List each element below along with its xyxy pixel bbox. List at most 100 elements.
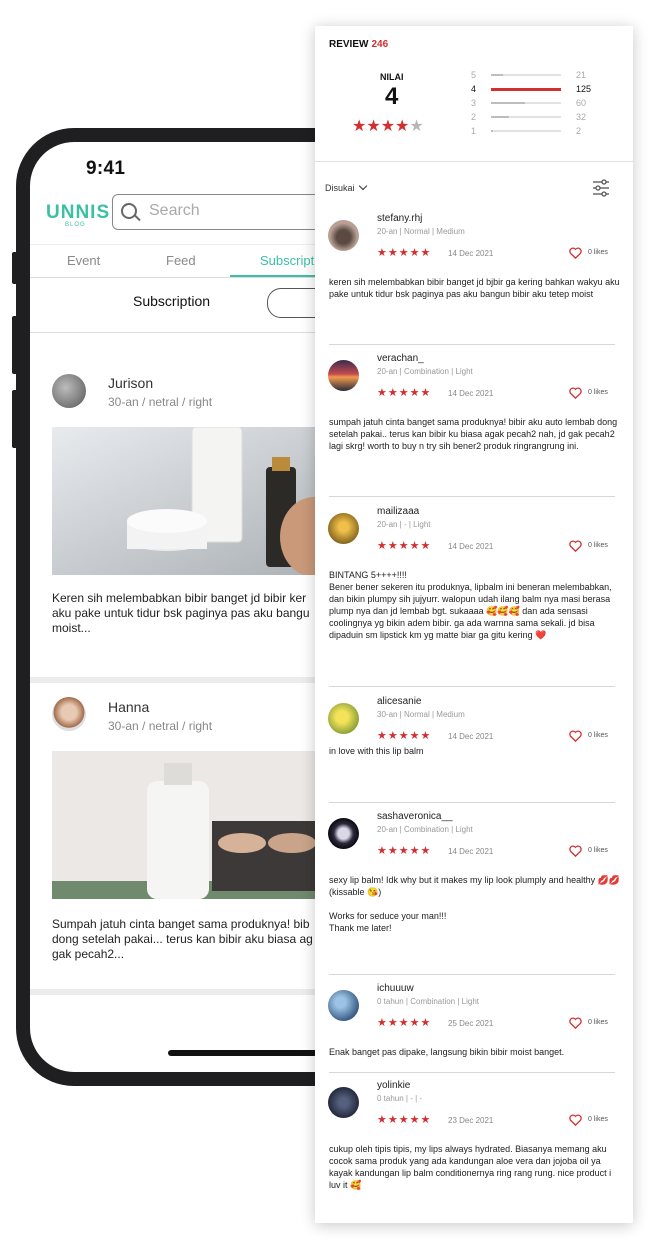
avatar[interactable]: [52, 374, 86, 408]
sort-label: Disukai: [325, 183, 355, 193]
heart-icon[interactable]: [569, 730, 582, 742]
rating-distribution-row: 12: [471, 126, 621, 140]
tab-feed[interactable]: Feed: [166, 253, 196, 268]
phone-side-button: [12, 316, 18, 374]
review-like-count: 0 likes: [588, 389, 608, 396]
review-username[interactable]: sashaveronica__: [377, 811, 453, 822]
review-like-count: 0 likes: [588, 249, 608, 256]
rating-stars: ★★★★★: [352, 116, 424, 136]
post-excerpt[interactable]: Sumpah jatuh cinta banget sama produknya…: [52, 917, 352, 962]
review-username[interactable]: alicesanie: [377, 696, 421, 707]
review-username[interactable]: stefany.rhj: [377, 213, 422, 224]
star-icon: ★: [352, 118, 367, 135]
review-star-rating: ★★★★★: [377, 540, 432, 552]
review-username[interactable]: ichuuuw: [377, 983, 414, 994]
heart-icon[interactable]: [569, 1114, 582, 1126]
review-header: REVIEW 246: [329, 39, 388, 50]
avatar[interactable]: [52, 697, 86, 731]
distribution-star-label: 5: [471, 70, 477, 80]
review-like-count: 0 likes: [588, 542, 608, 549]
review-star-rating: ★★★★★: [377, 387, 432, 399]
post-excerpt-line: gak pecah2...: [52, 947, 125, 961]
tab-event[interactable]: Event: [67, 253, 100, 268]
filter-sliders-icon[interactable]: [592, 179, 610, 197]
status-time: 9:41: [86, 158, 126, 179]
distribution-star-label: 2: [471, 112, 477, 122]
heart-icon[interactable]: [569, 387, 582, 399]
review-date: 14 Dec 2021: [448, 389, 494, 398]
review-date: 14 Dec 2021: [448, 542, 494, 551]
review-user-meta: 20-an | Normal | Medium: [377, 227, 465, 236]
review-like-count: 0 likes: [588, 1116, 608, 1123]
review-user-meta: 30-an | Normal | Medium: [377, 710, 465, 719]
heart-icon[interactable]: [569, 845, 582, 857]
review-text: Enak banget pas dipake, langsung bikin b…: [329, 1047, 565, 1057]
review-star-rating: ★★★★★: [377, 1114, 432, 1126]
review-text: keren sih melembabkan bibir banget jd bj…: [329, 277, 620, 299]
divider: [315, 161, 633, 162]
rating-value: 4: [385, 83, 399, 110]
distribution-count: 2: [576, 126, 582, 136]
rating-distribution-row: 3 60: [471, 98, 621, 112]
post-author[interactable]: Jurison: [108, 375, 153, 391]
review-text: BINTANG 5++++!!!! Bener bener sekeren it…: [329, 570, 612, 640]
avatar[interactable]: [328, 220, 359, 251]
search-icon: [121, 203, 137, 219]
post-excerpt-line: Sumpah jatuh cinta banget sama produknya…: [52, 917, 310, 931]
review-panel: REVIEW 246 NILAI 4 ★★★★★ 5 21 4 125 3 60 2 32 1 2 …: [315, 26, 633, 1223]
review-star-rating: ★★★★★: [377, 1017, 432, 1029]
review-date: 14 Dec 2021: [448, 847, 494, 856]
distribution-star-label: 1: [471, 126, 477, 136]
app-logo[interactable]: UNNIS: [46, 202, 110, 224]
review-username[interactable]: mailizaaa: [377, 506, 419, 517]
heart-icon[interactable]: [569, 540, 582, 552]
post-excerpt[interactable]: Keren sih melembabkan bibir banget jd bi…: [52, 591, 352, 636]
divider: [329, 1072, 615, 1073]
distribution-count: 125: [576, 84, 592, 94]
distribution-bar-track: [491, 74, 561, 76]
avatar[interactable]: [328, 513, 359, 544]
divider: [329, 974, 615, 975]
review-date: 25 Dec 2021: [448, 1019, 494, 1028]
review-user-meta: 0 tahun | Combination | Light: [377, 997, 479, 1006]
divider: [329, 686, 615, 687]
avatar[interactable]: [328, 360, 359, 391]
star-icon: ★: [366, 118, 381, 135]
distribution-count: 60: [576, 98, 587, 108]
star-icon: ★: [380, 118, 396, 135]
post-excerpt-line: moist...: [52, 621, 91, 635]
distribution-bar-fill: [491, 116, 509, 118]
post-author[interactable]: Hanna: [108, 699, 149, 715]
distribution-bar-fill: [491, 74, 503, 76]
rating-distribution-row: 2 32: [471, 112, 621, 126]
review-user-meta: 20-an | - | Light: [377, 520, 431, 529]
divider: [329, 344, 615, 345]
heart-icon[interactable]: [569, 247, 582, 259]
review-username[interactable]: verachan_: [377, 353, 424, 364]
review-username[interactable]: yolinkie: [377, 1080, 410, 1091]
divider: [329, 802, 615, 803]
heart-icon[interactable]: [569, 1017, 582, 1029]
avatar[interactable]: [328, 818, 359, 849]
rating-distribution-row: 4 125: [471, 84, 621, 98]
review-text: cukup oleh tipis tipis, my lips always h…: [329, 1144, 612, 1190]
avatar[interactable]: [328, 990, 359, 1021]
search-input[interactable]: [147, 201, 331, 221]
app-logo-subtitle: BLOG: [65, 222, 86, 228]
distribution-bar-fill: [491, 102, 525, 104]
distribution-bar-track: [491, 130, 561, 132]
subscription-title: Subscription: [133, 293, 211, 309]
post-excerpt-line: dong setelah pakai... terus kan bibir ak…: [52, 932, 313, 946]
post-author-meta: 30-an / netral / right: [108, 395, 213, 409]
avatar[interactable]: [328, 703, 359, 734]
review-star-rating: ★★★★★: [377, 247, 432, 259]
review-date: 14 Dec 2021: [448, 732, 494, 741]
review-date: 23 Dec 2021: [448, 1116, 494, 1125]
post-excerpt-line: Keren sih melembabkan bibir banget jd bi…: [52, 591, 307, 605]
avatar[interactable]: [328, 1087, 359, 1118]
review-star-rating: ★★★★★: [377, 845, 432, 857]
review-user-meta: 0 tahun | - | -: [377, 1094, 423, 1103]
review-like-count: 0 likes: [588, 847, 608, 854]
sort-dropdown[interactable]: Disukai: [325, 181, 367, 193]
review-text: sexy lip balm! Idk why but it makes my l…: [329, 875, 621, 933]
